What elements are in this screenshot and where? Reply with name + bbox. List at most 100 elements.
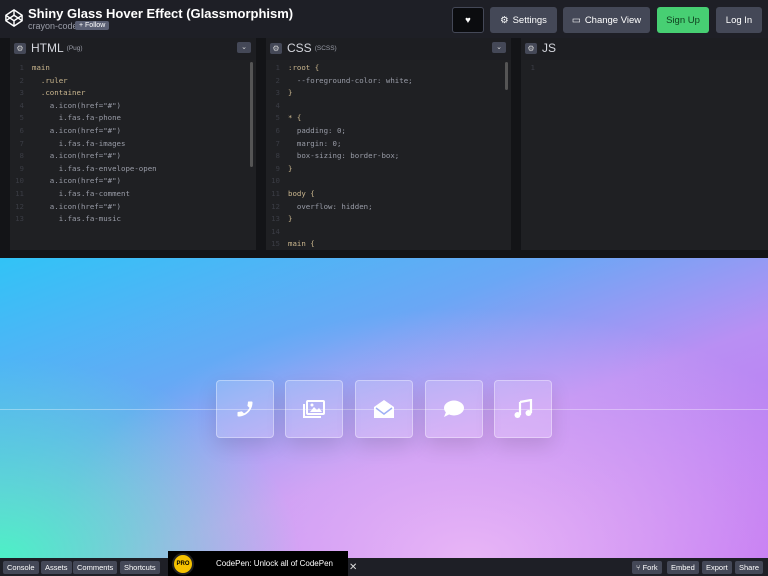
gear-icon[interactable]: ⚙ bbox=[14, 42, 26, 54]
line-number: 10 bbox=[15, 176, 24, 186]
line-number: 13 bbox=[15, 214, 24, 224]
line-number: 7 bbox=[19, 138, 24, 148]
chevron-down-icon[interactable]: ⌄ bbox=[492, 42, 506, 53]
code-text: box-sizing: border-box; bbox=[288, 151, 400, 161]
export-button[interactable]: Export bbox=[702, 561, 732, 574]
promo-banner[interactable]: PRO CodePen: Unlock all of CodePen bbox=[168, 551, 348, 576]
code-text: i.fas.fa-comment bbox=[32, 188, 130, 198]
code-text: i.fas.fa-music bbox=[32, 214, 121, 224]
fork-label: Fork bbox=[642, 563, 658, 572]
code-text: } bbox=[288, 163, 293, 173]
code-line: 11 body { bbox=[266, 188, 511, 201]
code-text: i.fas.fa-envelope-open bbox=[32, 163, 157, 173]
code-text: a.icon(href="#") bbox=[32, 125, 121, 135]
follow-button[interactable]: + Follow bbox=[75, 21, 110, 30]
sign-up-button[interactable]: Sign Up bbox=[657, 7, 709, 33]
code-line: 9} bbox=[266, 163, 511, 176]
js-editor: ⚙ JS 1 bbox=[521, 38, 768, 250]
code-line: 5 i.fas.fa-phone bbox=[10, 112, 256, 125]
code-text: a.icon(href="#") bbox=[32, 100, 121, 110]
line-number: 5 bbox=[275, 113, 280, 123]
code-line: 1 bbox=[521, 62, 768, 75]
line-number: 6 bbox=[19, 125, 24, 135]
gear-icon[interactable]: ⚙ bbox=[270, 42, 282, 54]
code-text: overflow: hidden; bbox=[288, 201, 373, 211]
share-button[interactable]: Share bbox=[735, 561, 764, 574]
change-view-button[interactable]: ▭ Change View bbox=[563, 7, 650, 33]
code-line: 9 i.fas.fa-envelope-open bbox=[10, 163, 256, 176]
code-text: main bbox=[32, 63, 50, 72]
code-text: i.fas.fa-phone bbox=[32, 113, 121, 123]
author-link[interactable]: crayon-code bbox=[28, 21, 78, 31]
console-button[interactable]: Console bbox=[3, 561, 39, 574]
html-editor: ⚙ HTML (Pug) ⌄ 1 main 2 .ruler 3 .container 4 a… bbox=[10, 38, 256, 250]
code-text: padding: 0; bbox=[288, 125, 346, 135]
line-number: 2 bbox=[19, 75, 24, 85]
top-bar: Shiny Glass Hover Effect (Glassmorphism)… bbox=[0, 0, 768, 38]
gear-icon[interactable]: ⚙ bbox=[525, 42, 537, 54]
code-line: 8 a.icon(href="#") bbox=[10, 150, 256, 163]
gear-icon: ⚙ bbox=[500, 14, 509, 26]
settings-label: Settings bbox=[512, 14, 547, 26]
assets-button[interactable]: Assets bbox=[41, 561, 72, 574]
log-in-button[interactable]: Log In bbox=[716, 7, 762, 33]
code-area[interactable]: 1:root {2 --foreground-color: white; 3} 4 5… bbox=[266, 60, 511, 250]
editor-title: JS bbox=[542, 41, 557, 55]
envelope-open-icon bbox=[374, 400, 394, 418]
scrollbar[interactable] bbox=[505, 62, 508, 90]
code-line: 12 overflow: hidden; bbox=[266, 201, 511, 214]
line-number: 3 bbox=[19, 88, 24, 98]
line-number: 11 bbox=[271, 188, 280, 198]
line-number: 1 bbox=[275, 63, 280, 72]
code-line: 8 box-sizing: border-box; bbox=[266, 150, 511, 163]
images-icon bbox=[303, 400, 325, 418]
code-text: * { bbox=[288, 113, 302, 123]
line-number: 7 bbox=[275, 138, 280, 148]
comment-icon-button[interactable] bbox=[425, 380, 483, 438]
comment-icon bbox=[444, 400, 464, 417]
code-area[interactable]: 1 bbox=[521, 60, 768, 250]
embed-button[interactable]: Embed bbox=[667, 561, 699, 574]
line-number: 9 bbox=[275, 163, 280, 173]
code-line: 6 padding: 0; bbox=[266, 125, 511, 138]
change-view-label: Change View bbox=[584, 14, 642, 26]
code-text: i.fas.fa-images bbox=[32, 138, 126, 148]
code-text: :root { bbox=[288, 63, 320, 72]
code-line: 7 margin: 0; bbox=[266, 138, 511, 151]
scrollbar[interactable] bbox=[250, 62, 253, 167]
phone-icon-button[interactable] bbox=[216, 380, 274, 438]
music-icon-button[interactable] bbox=[494, 380, 552, 438]
code-text: body { bbox=[288, 188, 315, 198]
code-text: .container bbox=[32, 88, 86, 98]
close-icon[interactable]: ✕ bbox=[349, 562, 357, 573]
line-number: 8 bbox=[19, 151, 24, 161]
code-text: a.icon(href="#") bbox=[32, 176, 121, 186]
code-line: 1 main bbox=[10, 62, 256, 75]
code-line: 4 bbox=[266, 100, 511, 113]
line-number: 13 bbox=[271, 214, 280, 224]
love-button[interactable]: ♥ bbox=[452, 7, 484, 33]
heart-icon: ♥ bbox=[465, 14, 471, 26]
images-icon-button[interactable] bbox=[285, 380, 343, 438]
settings-button[interactable]: ⚙ Settings bbox=[490, 7, 557, 33]
fork-button[interactable]: ⑂ Fork bbox=[632, 561, 662, 574]
codepen-logo-icon[interactable] bbox=[5, 9, 23, 27]
code-line: 7 i.fas.fa-images bbox=[10, 138, 256, 151]
line-number: 1 bbox=[530, 63, 535, 72]
line-number: 10 bbox=[271, 176, 280, 186]
line-number: 2 bbox=[275, 75, 280, 85]
css-editor: ⚙ CSS (SCSS) ⌄ 1:root {2 --foreground-color… bbox=[266, 38, 511, 250]
code-line: 3 .container bbox=[10, 87, 256, 100]
envelope-open-icon-button[interactable] bbox=[355, 380, 413, 438]
code-area[interactable]: 1 main 2 .ruler 3 .container 4 a.icon(href="… bbox=[10, 60, 256, 250]
editor-subtitle: (Pug) bbox=[66, 44, 83, 52]
comments-button[interactable]: Comments bbox=[73, 561, 118, 574]
editor-title: HTML bbox=[31, 41, 64, 55]
code-line: 13 i.fas.fa-music bbox=[10, 213, 256, 226]
music-icon bbox=[514, 399, 533, 418]
chevron-down-icon[interactable]: ⌄ bbox=[237, 42, 251, 53]
line-number: 1 bbox=[19, 63, 24, 72]
shortcuts-button[interactable]: Shortcuts bbox=[120, 561, 160, 574]
pen-title: Shiny Glass Hover Effect (Glassmorphism) bbox=[28, 6, 294, 21]
resize-handle[interactable] bbox=[0, 250, 768, 258]
